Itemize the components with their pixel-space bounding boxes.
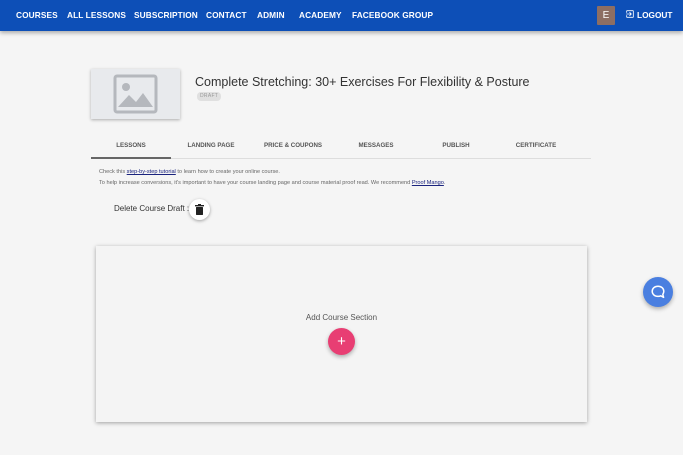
tab-certificate[interactable]: CERTIFICATE [496,137,576,159]
nav-all-lessons[interactable]: ALL LESSONS [67,10,126,20]
course-tabs: LESSONS LANDING PAGE PRICE & COUPONS MES… [91,137,591,159]
tab-lessons[interactable]: LESSONS [91,137,171,159]
logout-label: LOGOUT [637,10,673,20]
chat-bubble-icon [651,285,665,299]
proof-mango-link[interactable]: Proof Mango [412,180,444,186]
proofread-info: To help increase conversions, it's impor… [99,180,445,186]
tutorial-info-suffix: to learn how to create your online cours… [175,169,280,175]
logout-icon [626,10,634,18]
avatar[interactable]: E [597,6,615,25]
nav-courses[interactable]: COURSES [16,10,58,20]
nav-subscription[interactable]: SUBSCRIPTION [134,10,198,20]
nav-contact[interactable]: CONTACT [206,10,247,20]
nav-facebook-group[interactable]: FACEBOOK GROUP [352,10,433,20]
tab-price-coupons[interactable]: PRICE & COUPONS [253,137,333,159]
tutorial-info: Check this step-by-step tutorial to lear… [99,169,280,175]
status-badge: DRAFT [197,92,222,101]
delete-draft-button[interactable] [189,199,210,220]
nav-admin[interactable]: ADMIN [257,10,285,20]
add-section-button[interactable]: + [328,328,355,355]
chat-support-button[interactable] [643,277,673,307]
top-navbar: COURSES ALL LESSONS SUBSCRIPTION CONTACT… [0,0,683,31]
proofread-info-prefix: To help increase conversions, it's impor… [99,180,412,186]
tab-messages[interactable]: MESSAGES [336,137,416,159]
tutorial-link[interactable]: step-by-step tutorial [127,169,176,175]
tab-publish[interactable]: PUBLISH [416,137,496,159]
tutorial-info-prefix: Check this [99,169,127,175]
tab-landing-page[interactable]: LANDING PAGE [171,137,251,159]
add-section-label: Add Course Section [305,313,378,322]
proofread-info-suffix: . [443,180,446,186]
course-section-card: Add Course Section + [96,246,587,422]
delete-draft-label: Delete Course Draft : [114,204,190,213]
nav-academy[interactable]: ACADEMY [299,10,342,20]
course-title: Complete Stretching: 30+ Exercises For F… [195,75,530,89]
image-placeholder-icon [113,74,158,114]
course-thumbnail[interactable] [91,69,180,119]
trash-icon [195,204,204,215]
